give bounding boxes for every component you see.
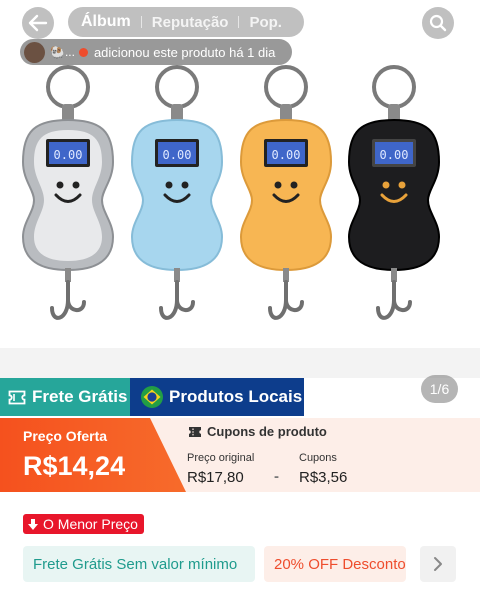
svg-text:0.00: 0.00 [272,148,301,162]
product-coupons-header[interactable]: Cupons de produto [188,424,327,439]
ticket-icon [8,390,26,404]
product-badges: Frete Grátis Produtos Locais [0,378,304,416]
coupons-value: R$3,56 [299,469,348,486]
coupons-label: Cupons [299,452,337,464]
top-tab-bar: Álbum Reputação Pop. [68,7,304,37]
search-icon [429,14,447,32]
lowest-price-label: O Menor Preço [43,516,138,532]
original-price-value: R$17,80 [187,469,244,486]
free-shipping-label: Frete Grátis [32,387,128,406]
arrow-left-icon [28,14,48,32]
svg-text:0.00: 0.00 [380,148,409,162]
notification-message: adicionou este produto há 1 dia [93,44,276,60]
tab-divider [140,16,142,28]
tab-divider [238,16,240,28]
product-image-black-scale: 0.00 [347,65,441,320]
activity-notification: 🐏... adicionou este produto há 1 dia [20,39,292,65]
search-button[interactable] [422,7,454,39]
back-button[interactable] [22,7,54,39]
product-image-yellow-scale: 0.00 [239,65,333,320]
arrow-down-icon [28,518,38,530]
chevron-right-icon [434,557,442,571]
avatar [24,41,45,63]
product-image-blue-scale: 0.00 [130,65,224,320]
svg-text:0.00: 0.00 [54,148,83,162]
offer-price-value: R$14,24 [23,451,126,481]
product-image-silver-scale: 0.00 [21,65,115,320]
svg-text:0.00: 0.00 [163,148,192,162]
free-shipping-chip-label: Frete Grátis Sem valor mínimo [33,555,238,573]
discount-chip[interactable]: 20% OFF Desconto I [264,546,406,582]
notification-user: 🐏... [50,45,75,59]
coupon-icon [189,426,201,437]
discount-chip-label: 20% OFF Desconto [274,555,406,573]
minus-operator: - [274,468,279,485]
local-products-badge[interactable]: Produtos Locais [130,378,304,416]
product-image-carousel[interactable]: 0.00 0.00 0.00 0.00 Álbum Reputação Pop.… [0,0,480,348]
carousel-footer [0,348,480,378]
tab-album[interactable]: Álbum [81,13,131,31]
brazil-flag-icon [141,386,163,408]
tab-reputacao[interactable]: Reputação [152,14,229,31]
image-counter: 1/6 [421,375,458,403]
original-price-label: Preço original [187,452,255,464]
free-shipping-badge[interactable]: Frete Grátis [0,378,130,416]
local-products-label: Produtos Locais [169,387,303,406]
tab-pop[interactable]: Pop. [249,14,282,31]
more-promos-button[interactable] [420,546,456,582]
status-dot-icon [78,47,88,57]
product-coupons-title: Cupons de produto [207,424,327,439]
price-section: Preço Oferta R$14,24 Cupons de produto P… [0,418,480,492]
free-shipping-chip[interactable]: Frete Grátis Sem valor mínimo [23,546,255,582]
offer-price-label: Preço Oferta [23,428,108,444]
lowest-price-badge: O Menor Preço [23,514,144,534]
